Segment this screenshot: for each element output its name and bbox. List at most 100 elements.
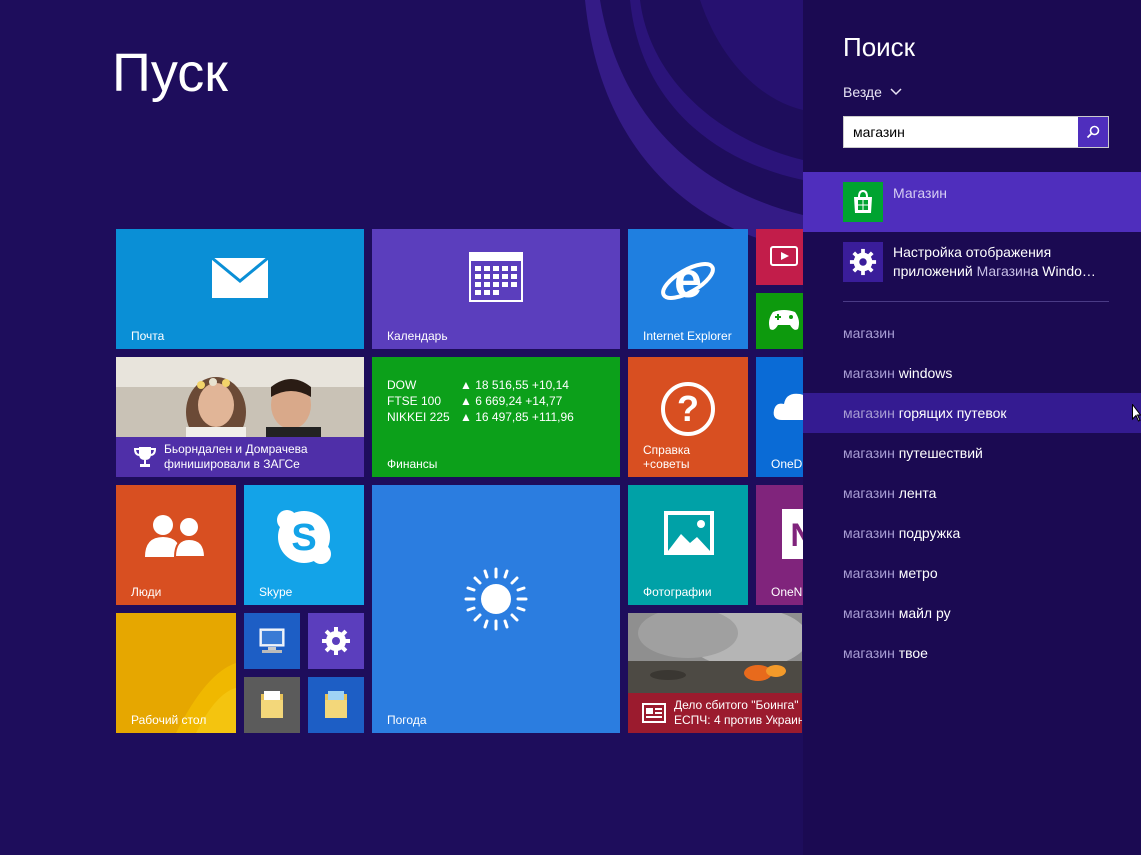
suggestion-query: магазин	[843, 525, 895, 541]
search-result-settings-line1: Настройка отображения	[893, 244, 1052, 260]
suggestion-completion: твое	[894, 645, 928, 661]
tile-calendar-label: Календарь	[387, 328, 448, 343]
suggestion-completion: windows	[894, 365, 953, 381]
gear-icon	[321, 626, 351, 656]
photo-icon	[662, 509, 716, 557]
line2-prefix: приложений	[893, 263, 977, 279]
skype-icon: S	[274, 507, 334, 567]
tile-news[interactable]: Бьорндален и Домрачева финишировали в ЗА…	[116, 357, 364, 477]
sun-icon	[462, 565, 530, 633]
chevron-down-icon	[890, 88, 902, 96]
search-suggestion[interactable]: магазин подружка	[803, 513, 1141, 553]
calendar-icon	[468, 251, 524, 303]
search-scope-label: Везде	[843, 84, 882, 100]
tile-help-tips[interactable]: ? Справка +советы	[628, 357, 748, 477]
suggestion-query: магазин	[843, 645, 895, 661]
tile-finance[interactable]: DOW ▲ 18 516,55 +10,14 FTSE 100 ▲ 6 669,24…	[372, 357, 620, 477]
search-button[interactable]	[1078, 117, 1108, 147]
tile-internet-explorer[interactable]: e Internet Explorer	[628, 229, 748, 349]
tile-weather[interactable]: Погода	[372, 485, 620, 733]
search-suggestion[interactable]: магазин горящих путевок	[803, 393, 1141, 433]
finance-index-value: ▲ 6 669,24 +14,77	[460, 394, 563, 408]
svg-text:?: ?	[677, 388, 699, 429]
store-icon	[843, 182, 883, 222]
tile-skype-label: Skype	[259, 584, 293, 599]
news-photo	[116, 357, 364, 437]
tile-mail[interactable]: Почта	[116, 229, 364, 349]
search-suggestion[interactable]: магазин твое	[803, 633, 1141, 673]
suggestion-query: магазин	[843, 605, 895, 621]
tile-finance-label: Финансы	[387, 456, 438, 471]
search-result-store[interactable]: Магазин	[803, 172, 1141, 232]
search-suggestion[interactable]: магазин	[803, 313, 1141, 353]
suggestion-query: магазин	[843, 565, 895, 581]
search-suggestion[interactable]: магазин метро	[803, 553, 1141, 593]
folder-icon	[322, 689, 350, 721]
svg-text:e: e	[674, 252, 702, 308]
finance-table: DOW ▲ 18 516,55 +10,14 FTSE 100 ▲ 6 669,24…	[387, 377, 574, 425]
tile-mail-label: Почта	[131, 328, 165, 343]
news-headline-line2: финишировали в ЗАГСе	[164, 457, 300, 471]
tile-desktop-label: Рабочий стол	[131, 712, 207, 727]
suggestion-query: магазин	[843, 325, 895, 341]
search-input[interactable]	[844, 117, 1078, 147]
search-box	[843, 116, 1109, 148]
help-icon: ?	[658, 379, 718, 439]
tile-skype[interactable]: S Skype	[244, 485, 364, 605]
finance-index-name: NIKKEI 225	[387, 410, 450, 424]
news-headline-line1: Бьорндален и Домрачева	[164, 442, 308, 456]
tile-calendar[interactable]: Календарь	[372, 229, 620, 349]
tile-onenote-label: OneN	[771, 584, 803, 599]
tile-photos-label: Фотографии	[643, 584, 712, 599]
gear-icon	[843, 242, 883, 282]
tile-people[interactable]: Люди	[116, 485, 236, 605]
people-icon	[142, 513, 208, 557]
search-result-store-settings[interactable]: Настройка отображения приложений Магазин…	[803, 232, 1141, 292]
tile-this-pc[interactable]	[244, 613, 300, 669]
trophy-icon	[133, 447, 157, 467]
tile-pictures-folder[interactable]	[308, 677, 364, 733]
search-suggestion[interactable]: магазин windows	[803, 353, 1141, 393]
bing-news-line1: Дело сбитого "Боинга"	[674, 698, 799, 712]
finance-row: FTSE 100 ▲ 6 669,24 +14,77	[387, 393, 574, 409]
game-controller-icon	[766, 307, 802, 333]
results-divider	[843, 301, 1109, 302]
news-caption: Бьорндален и Домрачева финишировали в ЗА…	[116, 437, 364, 477]
search-scope-dropdown[interactable]: Везде	[843, 84, 902, 100]
mail-icon	[210, 256, 270, 300]
suggestion-query: магазин	[843, 365, 895, 381]
suggestion-completion: подружка	[894, 525, 961, 541]
tile-bing-news[interactable]: Дело сбитого "Боинга" ЕСПЧ: 4 против Укр…	[628, 613, 802, 733]
search-result-settings-line2: приложений Магазина Windo…	[893, 262, 1096, 281]
internet-explorer-icon: e	[658, 249, 718, 309]
start-title: Пуск	[112, 43, 228, 103]
suggestion-query: магазин	[843, 445, 895, 461]
search-suggestion[interactable]: магазин путешествий	[803, 433, 1141, 473]
search-suggestion[interactable]: магазин лента	[803, 473, 1141, 513]
tile-help-label: Справка +советы	[643, 443, 690, 471]
search-icon	[1086, 125, 1100, 139]
search-suggestion[interactable]: магазин майл ру	[803, 593, 1141, 633]
suggestion-completion: горящих путевок	[894, 405, 1007, 421]
video-icon	[770, 246, 798, 266]
tile-pc-settings[interactable]	[308, 613, 364, 669]
search-pane: Поиск Везде Магазин Настройка отображени…	[803, 0, 1141, 855]
tile-photos[interactable]: Фотографии	[628, 485, 748, 605]
svg-text:S: S	[291, 517, 316, 559]
tile-onedrive-label: OneD	[771, 456, 803, 471]
line2-suffix: а Windo…	[1030, 263, 1096, 279]
search-result-store-label: Магазин	[893, 185, 948, 201]
finance-index-name: FTSE 100	[387, 394, 442, 408]
mouse-cursor-icon	[1132, 404, 1141, 422]
computer-icon	[256, 626, 288, 656]
tile-internet-explorer-label: Internet Explorer	[643, 328, 732, 343]
tile-desktop[interactable]: Рабочий стол	[116, 613, 236, 733]
tile-documents-folder[interactable]	[244, 677, 300, 733]
line2-match: Магазин	[976, 263, 1031, 279]
suggestion-completion: путешествий	[894, 445, 983, 461]
tile-help-label-line1: Справка	[643, 443, 691, 457]
tile-people-label: Люди	[131, 584, 162, 599]
finance-index-value: ▲ 18 516,55 +10,14	[460, 378, 569, 392]
folder-icon	[258, 689, 286, 721]
suggestion-completion: лента	[894, 485, 937, 501]
